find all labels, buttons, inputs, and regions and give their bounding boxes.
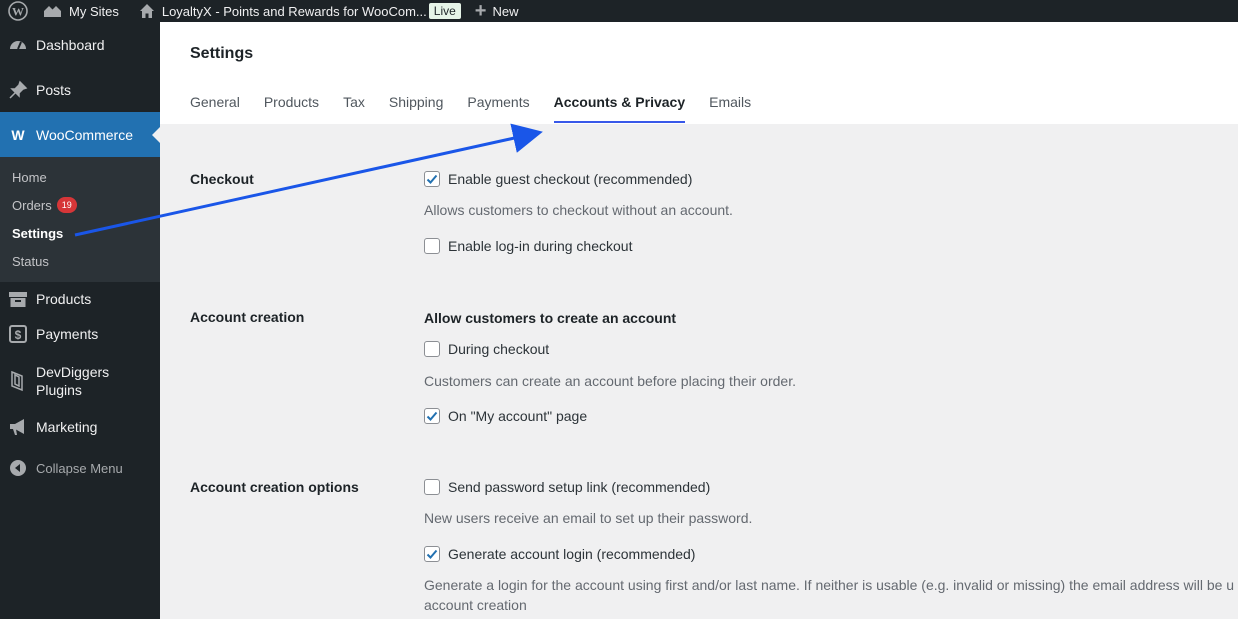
checkmark-icon bbox=[426, 174, 438, 184]
plus-icon: + bbox=[474, 0, 487, 22]
submenu-label-home: Home bbox=[12, 169, 47, 185]
guest-checkout-checkbox[interactable] bbox=[424, 171, 440, 187]
tab-tax[interactable]: Tax bbox=[343, 94, 365, 123]
archive-box-icon bbox=[8, 289, 28, 309]
wordpress-logo-icon[interactable]: W bbox=[0, 0, 36, 22]
devdiggers-line-1: DevDiggers bbox=[36, 363, 110, 380]
login-checkout-option[interactable]: Enable log-in during checkout bbox=[424, 238, 632, 254]
submenu-item-status[interactable]: Status bbox=[0, 247, 160, 275]
admin-bar: W My Sites LoyaltyX - Points and Rewards… bbox=[0, 0, 1238, 22]
devdiggers-line-2: Plugins bbox=[36, 381, 82, 398]
guest-checkout-help: Allows customers to checkout without an … bbox=[424, 202, 733, 218]
sidebar-label-woocommerce: WooCommerce bbox=[36, 126, 133, 143]
password-link-label: Send password setup link (recommended) bbox=[448, 479, 711, 495]
tab-payments[interactable]: Payments bbox=[467, 94, 529, 123]
megaphone-icon bbox=[8, 417, 28, 437]
generate-login-option[interactable]: Generate account login (recommended) bbox=[424, 546, 695, 562]
site-name-menu[interactable]: LoyaltyX - Points and Rewards for WooCom… bbox=[133, 0, 467, 22]
sidebar-label-devdiggers: DevDiggers Plugins bbox=[36, 363, 109, 399]
account-creation-heading: Allow customers to create an account bbox=[424, 310, 677, 326]
dollar-icon: $ bbox=[8, 324, 28, 344]
sidebar-label-posts: Posts bbox=[36, 81, 72, 98]
submenu-label-orders: Orders bbox=[12, 197, 52, 213]
collapse-arrow-icon bbox=[8, 458, 28, 478]
new-label: New bbox=[492, 3, 519, 19]
sidebar-label-marketing: Marketing bbox=[36, 419, 98, 435]
tab-products[interactable]: Products bbox=[264, 94, 319, 123]
password-link-checkbox[interactable] bbox=[424, 479, 440, 495]
generate-login-help-line-2: account creation bbox=[424, 597, 527, 613]
sidebar-item-posts[interactable]: Posts bbox=[0, 67, 160, 112]
during-checkout-checkbox[interactable] bbox=[424, 341, 440, 357]
login-checkout-label: Enable log-in during checkout bbox=[448, 238, 633, 254]
devdiggers-logo-icon bbox=[8, 370, 28, 391]
checkmark-icon bbox=[426, 549, 438, 559]
account-creation-label: Account creation bbox=[190, 309, 305, 325]
sidebar-item-woocommerce[interactable]: W WooCommerce bbox=[0, 112, 160, 157]
sidebar-label-products: Products bbox=[36, 291, 92, 307]
svg-text:W: W bbox=[11, 128, 25, 142]
submenu-item-orders[interactable]: Orders 19 bbox=[0, 191, 160, 219]
submenu-label-settings: Settings bbox=[12, 225, 64, 241]
woocommerce-submenu: Home Orders 19 Settings Status bbox=[0, 157, 160, 282]
sidebar-label-payments: Payments bbox=[36, 326, 99, 342]
checkmark-icon bbox=[426, 411, 438, 421]
sidebar-item-devdiggers[interactable]: DevDiggers Plugins bbox=[0, 352, 160, 409]
svg-text:$: $ bbox=[15, 328, 22, 342]
my-account-label: On "My account" page bbox=[448, 408, 588, 424]
submenu-item-settings[interactable]: Settings bbox=[0, 219, 160, 247]
tab-shipping[interactable]: Shipping bbox=[389, 94, 444, 123]
sidebar-label-dashboard: Dashboard bbox=[36, 36, 105, 53]
sidebar-item-dashboard[interactable]: Dashboard bbox=[0, 22, 160, 67]
my-account-checkbox[interactable] bbox=[424, 408, 440, 424]
my-sites-label: My Sites bbox=[69, 3, 119, 19]
collapse-menu-label: Collapse Menu bbox=[36, 460, 123, 476]
sidebar-item-payments[interactable]: $ Payments bbox=[0, 316, 160, 352]
submenu-item-home[interactable]: Home bbox=[0, 163, 160, 191]
settings-form: Checkout Enable guest checkout (recommen… bbox=[160, 124, 1238, 619]
tab-emails[interactable]: Emails bbox=[709, 94, 751, 123]
site-name-label: LoyaltyX - Points and Rewards for WooCom… bbox=[161, 3, 427, 19]
admin-sidebar: Dashboard Posts W WooCommerce Home Order… bbox=[0, 22, 160, 619]
tab-general[interactable]: General bbox=[190, 94, 240, 123]
login-checkout-checkbox[interactable] bbox=[424, 238, 440, 254]
page-title: Settings bbox=[190, 45, 254, 62]
during-checkout-option[interactable]: During checkout bbox=[424, 341, 549, 357]
pin-icon bbox=[8, 80, 28, 100]
settings-header: Settings General Products Tax Shipping Payme… bbox=[160, 22, 1238, 124]
home-icon bbox=[139, 3, 155, 19]
my-sites-menu[interactable]: My Sites bbox=[36, 0, 125, 22]
woocommerce-icon: W bbox=[8, 125, 28, 145]
sidebar-item-products[interactable]: Products bbox=[0, 282, 160, 316]
new-content-menu[interactable]: + New bbox=[469, 0, 525, 22]
password-link-option[interactable]: Send password setup link (recommended) bbox=[424, 479, 710, 495]
generate-login-help-line-1: Generate a login for the account using f… bbox=[424, 577, 1234, 593]
during-checkout-help: Customers can create an account before p… bbox=[424, 373, 796, 389]
during-checkout-label: During checkout bbox=[448, 341, 550, 357]
svg-text:W: W bbox=[12, 5, 24, 19]
my-sites-icon bbox=[42, 3, 62, 19]
live-badge: Live bbox=[428, 3, 461, 19]
sidebar-item-marketing[interactable]: Marketing bbox=[0, 409, 160, 445]
account-creation-options-label: Account creation options bbox=[190, 479, 359, 495]
password-link-help: New users receive an email to set up the… bbox=[424, 510, 753, 526]
my-account-option[interactable]: On "My account" page bbox=[424, 408, 587, 424]
checkout-section-label: Checkout bbox=[190, 171, 254, 187]
collapse-menu-button[interactable]: Collapse Menu bbox=[0, 445, 160, 491]
guest-checkout-option[interactable]: Enable guest checkout (recommended) bbox=[424, 171, 692, 187]
orders-count-badge: 19 bbox=[56, 197, 77, 213]
settings-tabs: General Products Tax Shipping Payments Accoun… bbox=[190, 94, 775, 123]
guest-checkout-label: Enable guest checkout (recommended) bbox=[448, 171, 693, 187]
generate-login-label: Generate account login (recommended) bbox=[448, 546, 696, 562]
generate-login-checkbox[interactable] bbox=[424, 546, 440, 562]
submenu-label-status: Status bbox=[12, 253, 49, 269]
dashboard-icon bbox=[8, 35, 28, 55]
tab-accounts-privacy[interactable]: Accounts & Privacy bbox=[553, 94, 686, 123]
